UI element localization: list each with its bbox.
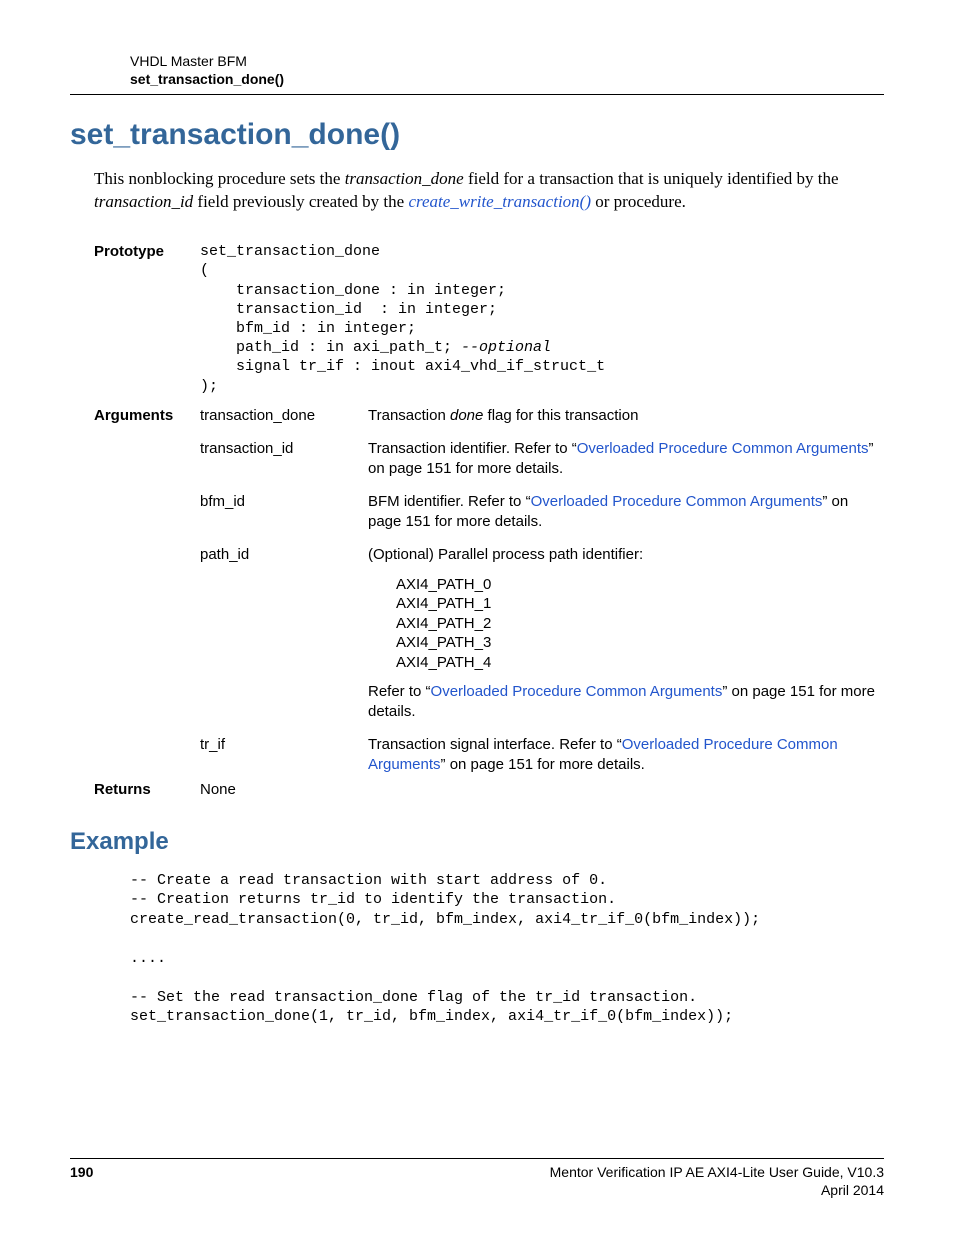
proto-l6-optional: --optional	[461, 339, 551, 356]
arg-desc-path-id: (Optional) Parallel process path identif…	[368, 545, 884, 721]
arg-desc-tr-if: Transaction signal interface. Refer to “…	[368, 735, 884, 774]
arguments-body: transaction_done Transaction done flag f…	[200, 406, 884, 775]
header-chapter: VHDL Master BFM	[130, 52, 884, 70]
arg-name-transaction-id: transaction_id	[200, 439, 368, 459]
header-section: set_transaction_done()	[130, 70, 884, 88]
intro-field1: transaction_done	[345, 169, 464, 188]
arg-name-path-id: path_id	[200, 545, 368, 565]
intro-text-2: field for a transaction that is uniquely…	[464, 169, 839, 188]
proto-l6a: path_id : in axi_path_t;	[200, 339, 461, 356]
proto-l7: signal tr_if : inout axi4_vhd_if_struct_…	[200, 358, 605, 375]
arg-tr-if: tr_if Transaction signal interface. Refe…	[200, 735, 884, 774]
tid-link[interactable]: Overloaded Procedure Common Arguments	[577, 440, 869, 457]
path-enum-1: AXI4_PATH_1	[396, 594, 884, 614]
path-link[interactable]: Overloaded Procedure Common Arguments	[431, 683, 723, 700]
intro-paragraph: This nonblocking procedure sets the tran…	[94, 168, 884, 214]
running-header: VHDL Master BFM set_transaction_done()	[130, 52, 884, 88]
proto-l4: transaction_id : in integer;	[200, 301, 497, 318]
arg-transaction-done: transaction_done Transaction done flag f…	[200, 406, 884, 426]
proto-l8: );	[200, 378, 218, 395]
td-text-1: Transaction	[368, 407, 450, 424]
path-refer: Refer to “Overloaded Procedure Common Ar…	[368, 682, 884, 721]
footer-doc-title: Mentor Verification IP AE AXI4-Lite User…	[550, 1163, 884, 1181]
bfm-text-1: BFM identifier. Refer to	[368, 493, 526, 510]
proto-l3: transaction_done : in integer;	[200, 282, 506, 299]
path-text-1: (Optional) Parallel process path identif…	[368, 545, 884, 565]
proto-l5: bfm_id : in integer;	[200, 320, 416, 337]
footer-date: April 2014	[550, 1181, 884, 1199]
arg-name-transaction-done: transaction_done	[200, 406, 368, 426]
arg-desc-bfm-id: BFM identifier. Refer to “Overloaded Pro…	[368, 492, 884, 531]
arg-name-bfm-id: bfm_id	[200, 492, 368, 512]
example-heading: Example	[70, 826, 884, 857]
prototype-label: Prototype	[94, 242, 200, 262]
returns-row: Returns None	[94, 780, 884, 800]
path-refer-1: Refer to	[368, 683, 426, 700]
arg-desc-transaction-id: Transaction identifier. Refer to “Overlo…	[368, 439, 884, 478]
definition-table: Prototype set_transaction_done ( transac…	[94, 242, 884, 800]
intro-text-4: or procedure.	[591, 192, 686, 211]
path-enum-0: AXI4_PATH_0	[396, 575, 884, 595]
intro-link-create-write-transaction[interactable]: create_write_transaction()	[408, 192, 591, 211]
bfm-link[interactable]: Overloaded Procedure Common Arguments	[531, 493, 823, 510]
returns-label: Returns	[94, 780, 200, 800]
arg-desc-transaction-done: Transaction done flag for this transacti…	[368, 406, 884, 426]
footer: 190 Mentor Verification IP AE AXI4-Lite …	[70, 1158, 884, 1199]
path-enum-3: AXI4_PATH_3	[396, 633, 884, 653]
path-enum-4: AXI4_PATH_4	[396, 653, 884, 673]
td-em: done	[450, 407, 483, 424]
returns-value: None	[200, 780, 884, 800]
path-enum-2: AXI4_PATH_2	[396, 614, 884, 634]
trif-text-2: ” on page 151 for more details.	[441, 756, 645, 773]
page-number: 190	[70, 1163, 93, 1199]
header-rule	[70, 94, 884, 95]
proto-l2: (	[200, 262, 209, 279]
arg-path-id: path_id (Optional) Parallel process path…	[200, 545, 884, 721]
arg-bfm-id: bfm_id BFM identifier. Refer to “Overloa…	[200, 492, 884, 531]
arguments-row: Arguments transaction_done Transaction d…	[94, 406, 884, 775]
intro-text-1: This nonblocking procedure sets the	[94, 169, 345, 188]
intro-field2: transaction_id	[94, 192, 193, 211]
page-title: set_transaction_done()	[70, 115, 884, 154]
arg-transaction-id: transaction_id Transaction identifier. R…	[200, 439, 884, 478]
proto-l1: set_transaction_done	[200, 243, 380, 260]
intro-text-3: field previously created by the	[193, 192, 408, 211]
path-enum-list: AXI4_PATH_0 AXI4_PATH_1 AXI4_PATH_2 AXI4…	[396, 575, 884, 673]
footer-right: Mentor Verification IP AE AXI4-Lite User…	[550, 1163, 884, 1199]
example-code: -- Create a read transaction with start …	[130, 871, 884, 1027]
td-text-2: flag for this transaction	[483, 407, 638, 424]
prototype-code: set_transaction_done ( transaction_done …	[200, 242, 884, 396]
trif-text-1: Transaction signal interface. Refer to	[368, 736, 617, 753]
arg-name-tr-if: tr_if	[200, 735, 368, 755]
arguments-label: Arguments	[94, 406, 200, 426]
tid-text-1: Transaction identifier. Refer to	[368, 440, 572, 457]
prototype-row: Prototype set_transaction_done ( transac…	[94, 242, 884, 396]
